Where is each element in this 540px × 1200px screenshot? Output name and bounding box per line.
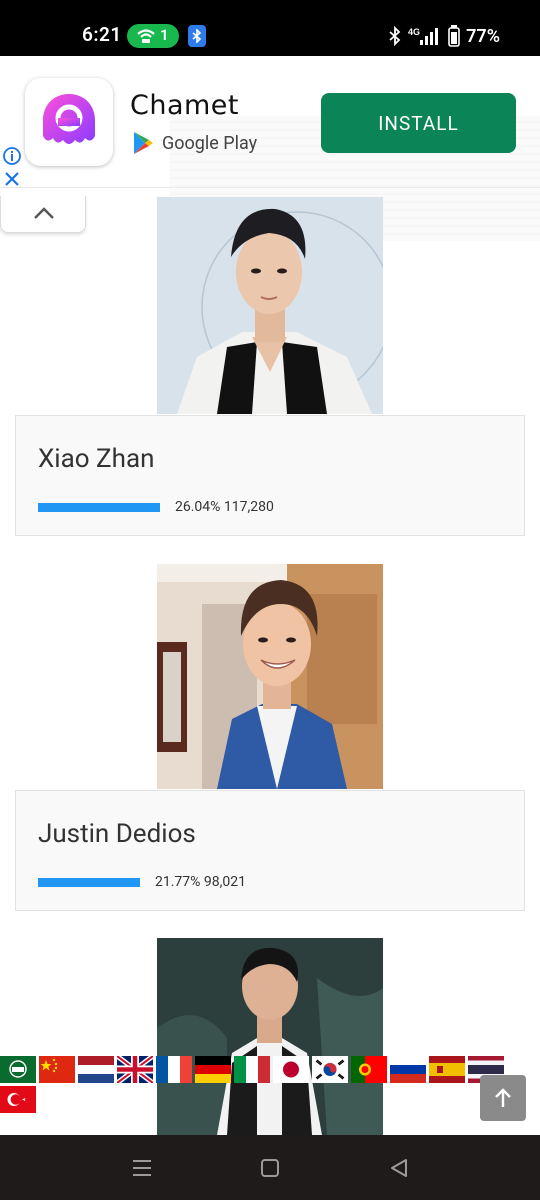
flag-french-icon[interactable] xyxy=(156,1056,192,1083)
entry-photo-2[interactable] xyxy=(157,564,383,789)
flag-english-icon[interactable] xyxy=(117,1056,153,1083)
flag-korean-icon[interactable] xyxy=(312,1056,348,1083)
ad-app-name[interactable]: Chamet xyxy=(130,90,239,121)
status-time: 6:21 xyxy=(82,23,122,46)
portrait-image xyxy=(157,564,383,789)
back-icon[interactable] xyxy=(386,1155,412,1181)
battery-icon xyxy=(448,25,460,47)
flag-portuguese-icon[interactable] xyxy=(351,1056,387,1083)
flag-arabic-icon[interactable] xyxy=(0,1056,36,1083)
store-label: Google Play xyxy=(162,132,258,154)
ad-close-icon[interactable] xyxy=(3,170,21,188)
entry-card-2[interactable]: Justin Dedios 21.77% 98,021 xyxy=(15,790,525,911)
vote-progress-bar xyxy=(38,878,140,887)
bluetooth-app-icon xyxy=(188,25,206,47)
network-type: 4G xyxy=(408,27,420,37)
entry-name: Justin Dedios xyxy=(38,819,196,849)
chamet-app-icon[interactable] xyxy=(25,78,113,166)
ad-collapse-button[interactable] xyxy=(0,196,86,233)
ad-banner[interactable]: Chamet Google Play INSTALL xyxy=(0,56,540,241)
entry-name: Xiao Zhan xyxy=(38,444,155,474)
system-nav-bar xyxy=(0,1135,540,1200)
scroll-to-top-button[interactable] xyxy=(480,1075,526,1121)
bluetooth-icon xyxy=(389,26,401,46)
arrow-up-icon xyxy=(495,1088,511,1107)
entry-photo-1[interactable] xyxy=(157,197,383,414)
entry-photo-3[interactable] xyxy=(157,938,383,1135)
recent-apps-icon[interactable] xyxy=(129,1155,155,1181)
flag-german-icon[interactable] xyxy=(195,1056,231,1083)
flag-russian-icon[interactable] xyxy=(390,1056,426,1083)
battery-percent: 77% xyxy=(466,25,500,47)
chevron-up-icon xyxy=(34,207,54,219)
install-button[interactable]: INSTALL xyxy=(321,93,516,153)
wifi-hotspot-icon xyxy=(137,29,155,43)
vote-percent-label: 26.04% 117,280 xyxy=(175,499,274,515)
home-icon[interactable] xyxy=(257,1155,283,1181)
screen: 6:21 1 4G 77% Chamet Google Play INSTALL… xyxy=(0,0,540,1200)
flag-turkish-icon[interactable] xyxy=(0,1086,36,1113)
vote-percent-label: 21.77% 98,021 xyxy=(155,874,246,890)
entry-card-1[interactable]: Xiao Zhan 26.04% 117,280 xyxy=(15,415,525,536)
google-play-label[interactable]: Google Play xyxy=(132,130,257,156)
vote-progress-bar xyxy=(38,503,160,512)
flag-chinese-icon[interactable] xyxy=(39,1056,75,1083)
hotspot-count: 1 xyxy=(160,26,169,44)
portrait-image xyxy=(157,197,383,414)
status-icons: 4G 77% xyxy=(388,25,500,47)
flag-italian-icon[interactable] xyxy=(234,1056,270,1083)
ad-info-icon[interactable] xyxy=(2,146,22,166)
portrait-image xyxy=(157,938,383,1135)
signal-icon: 4G xyxy=(408,27,439,45)
status-bar: 6:21 1 4G 77% xyxy=(0,0,540,56)
flag-japanese-icon[interactable] xyxy=(273,1056,309,1083)
flag-dutch-icon[interactable] xyxy=(78,1056,114,1083)
hotspot-pill[interactable]: 1 xyxy=(127,24,179,48)
google-play-icon xyxy=(134,132,153,154)
flag-spanish-icon[interactable] xyxy=(429,1056,465,1083)
